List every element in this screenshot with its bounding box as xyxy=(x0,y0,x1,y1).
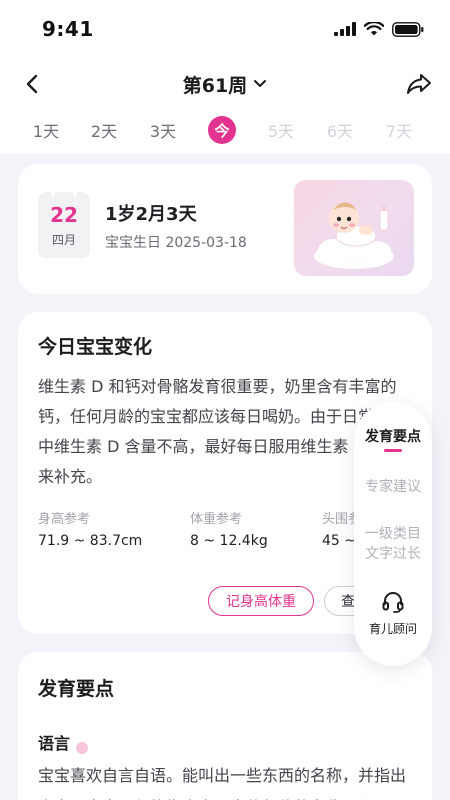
baby-age: 1岁2月3天 xyxy=(105,204,197,225)
calendar-month: 四月 xyxy=(51,232,76,247)
share-button[interactable] xyxy=(404,69,434,99)
dev-body: 宝宝喜欢自言自语。能叫出一些东西的名称，并指出方向。宝宝不仅能指出自己身体部位的… xyxy=(38,766,407,800)
side-item-long-category[interactable]: 一级类目文字过长 xyxy=(354,524,432,564)
day-tab-5[interactable]: 5天 xyxy=(261,116,301,144)
side-item-development[interactable]: 发育要点 xyxy=(354,426,432,446)
day-tabs: 1天 2天 3天 今 5天 6天 7天 xyxy=(0,110,450,154)
consultant-button[interactable]: 育儿顾问 xyxy=(354,590,432,637)
chevron-down-icon xyxy=(254,80,267,87)
side-nav-panel: 发育要点 专家建议 一级类目文字过长 育儿顾问 xyxy=(354,402,432,666)
share-icon xyxy=(407,74,431,94)
signal-icon xyxy=(334,22,356,36)
day-tab-3[interactable]: 3天 xyxy=(143,116,183,144)
active-indicator xyxy=(384,449,402,452)
day-tab-1[interactable]: 1天 xyxy=(26,116,66,144)
headset-icon xyxy=(382,592,404,613)
birthday-card: 22 四月 1岁2月3天 宝宝生日 2025-03-18 xyxy=(18,164,432,294)
consultant-label: 育儿顾问 xyxy=(368,622,417,636)
dev-subtitle: 语言 xyxy=(38,734,71,753)
changes-title: 今日宝宝变化 xyxy=(38,336,153,358)
wifi-icon xyxy=(364,22,384,36)
baby-birthday: 宝宝生日 2025-03-18 xyxy=(105,235,247,251)
dev-title: 发育要点 xyxy=(38,678,115,700)
baby-illustration xyxy=(294,180,414,276)
status-bar: 9:41 xyxy=(0,0,450,58)
metric-label: 体重参考 xyxy=(190,512,243,527)
day-tab-7[interactable]: 7天 xyxy=(379,116,419,144)
metric-label: 身高参考 xyxy=(38,512,91,527)
nav-bar: 第61周 xyxy=(0,58,450,110)
day-tab-2[interactable]: 2天 xyxy=(84,116,124,144)
metric-weight: 体重参考 8 ~ 12.4kg xyxy=(190,508,268,549)
battery-icon xyxy=(392,21,424,37)
day-tab-6[interactable]: 6天 xyxy=(320,116,360,144)
back-button[interactable] xyxy=(18,70,46,98)
development-card: 发育要点 语言 宝宝喜欢自言自语。能叫出一些东西的名称，并指出方向。宝宝不仅能指… xyxy=(18,652,432,800)
status-time: 9:41 xyxy=(42,17,94,41)
calendar-day: 22 xyxy=(50,202,78,227)
calendar-icon: 22 四月 xyxy=(38,187,90,258)
metric-value: 8 ~ 12.4kg xyxy=(190,533,268,549)
week-title: 第61周 xyxy=(182,74,248,97)
chevron-left-icon xyxy=(26,74,38,94)
side-item-expert[interactable]: 专家建议 xyxy=(354,476,432,496)
metric-height: 身高参考 71.9 ~ 83.7cm xyxy=(38,508,142,549)
status-icons xyxy=(334,21,424,37)
highlight-dot xyxy=(76,742,88,754)
record-height-weight-button[interactable]: 记身高体重 xyxy=(208,586,314,616)
week-selector[interactable]: 第61周 xyxy=(183,71,267,98)
day-tab-today[interactable]: 今 xyxy=(208,116,236,144)
metric-value: 71.9 ~ 83.7cm xyxy=(38,533,143,549)
